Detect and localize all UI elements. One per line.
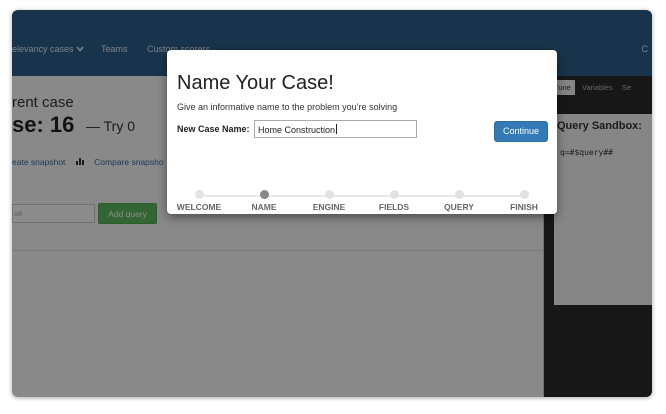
step-query: QUERY	[429, 190, 489, 212]
text-cursor	[336, 124, 338, 134]
step-label: QUERY	[444, 202, 474, 212]
case-name-label: New Case Name:	[177, 124, 250, 134]
step-fields: FIELDS	[364, 190, 424, 212]
step-label: FIELDS	[378, 202, 410, 212]
step-dot	[259, 190, 269, 199]
step-label: ENGINE	[312, 202, 346, 212]
step-dot	[519, 190, 529, 199]
step-label: NAME	[251, 202, 277, 212]
step-dot	[194, 190, 204, 199]
case-name-input[interactable]: Home Construction	[254, 120, 417, 138]
step-label: WELCOME	[176, 202, 222, 212]
case-name-value: Home Construction	[258, 125, 336, 135]
step-dot	[454, 190, 464, 199]
continue-button[interactable]: Continue	[494, 121, 548, 142]
step-welcome: WELCOME	[169, 190, 229, 212]
dialog-description: Give an informative name to the problem …	[177, 102, 398, 112]
step-name: NAME	[234, 190, 294, 212]
step-finish: FINISH	[494, 190, 554, 212]
step-label: FINISH	[510, 202, 538, 212]
app-window: elevancy cases Teams Custom scorers C re…	[12, 10, 652, 397]
dialog-title: Name Your Case!	[177, 72, 334, 94]
step-dot	[324, 190, 334, 199]
step-engine: ENGINE	[299, 190, 359, 212]
name-case-dialog: Name Your Case! Give an informative name…	[167, 50, 557, 214]
step-dot	[389, 190, 399, 199]
